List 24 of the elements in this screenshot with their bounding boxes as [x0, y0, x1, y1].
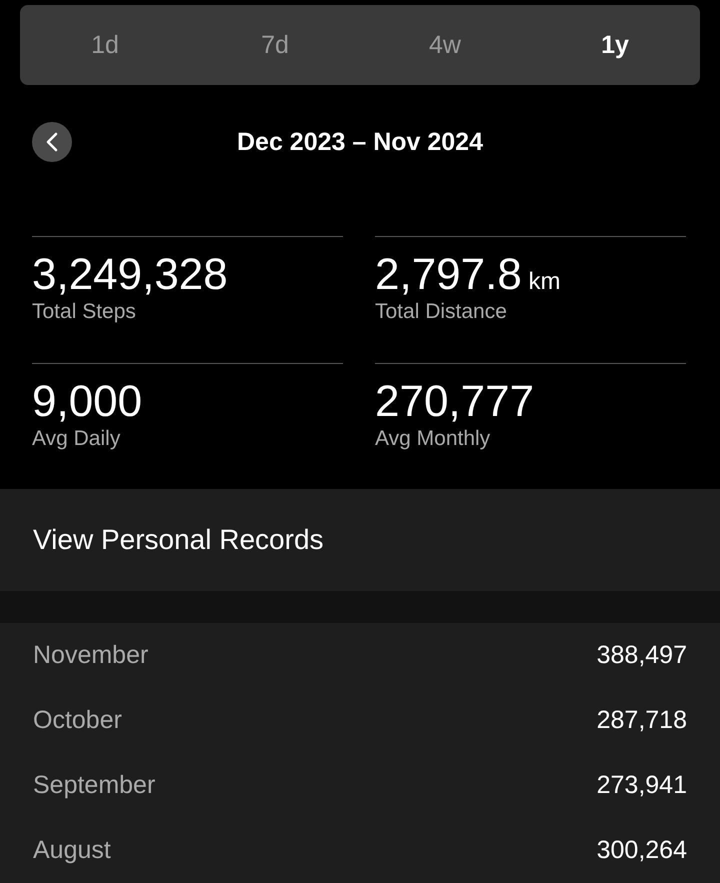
back-button[interactable]	[32, 122, 72, 162]
chevron-left-icon	[46, 132, 58, 152]
month-steps: 287,718	[596, 706, 687, 735]
stat-label: Total Steps	[32, 301, 137, 323]
period-tab[interactable]: 1y	[530, 5, 700, 85]
month-steps: 273,941	[596, 771, 687, 800]
month-steps: 388,497	[596, 641, 687, 670]
month-name: October	[33, 706, 122, 735]
stat-label: Avg Daily	[32, 428, 122, 450]
month-name: August	[33, 836, 111, 865]
month-name: September	[33, 771, 156, 800]
stat-value: 3,249,328	[32, 249, 229, 301]
month-steps: 300,264	[596, 836, 687, 865]
stat-value: 270,777	[375, 376, 536, 428]
month-name: November	[33, 641, 148, 670]
stat-value: 2,797.8 km	[375, 249, 562, 301]
stat-value: 9,000	[32, 376, 144, 428]
stat-label: Avg Monthly	[375, 428, 492, 450]
stat-label: Total Distance	[375, 301, 508, 323]
view-personal-records-link[interactable]: View Personal Records	[0, 489, 720, 591]
period-tab[interactable]: 4w	[360, 5, 530, 85]
period-tab[interactable]: 1d	[20, 5, 190, 85]
date-range-title: Dec 2023 – Nov 2024	[236, 128, 483, 156]
period-tab[interactable]: 7d	[190, 5, 360, 85]
